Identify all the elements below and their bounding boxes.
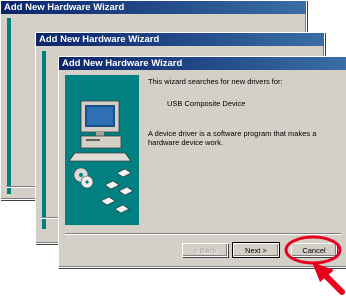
back-button[interactable]: < Back: [182, 243, 228, 257]
disc-icon: [73, 167, 94, 189]
cancel-button[interactable]: Cancel: [291, 243, 337, 257]
device-name: USB Composite Device: [167, 99, 246, 108]
wizard-window-front: Add New Hardware Wizard This wizard sear…: [58, 56, 346, 268]
window-title: Add New Hardware Wizard: [59, 57, 346, 70]
wizard-intro-text: This wizard searches for new drivers for…: [148, 77, 283, 86]
window-title: Add New Hardware Wizard: [1, 1, 306, 14]
window-title: Add New Hardware Wizard: [36, 33, 324, 46]
divider: [65, 233, 341, 235]
next-button[interactable]: Next >: [232, 242, 280, 258]
driver-description-line2: hardware device work.: [148, 138, 224, 147]
wizard-side-panel: [7, 18, 11, 194]
wizard-side-panel: [42, 51, 46, 229]
driver-description-line1: A device driver is a software program th…: [148, 129, 317, 138]
computer-icon: [68, 100, 132, 162]
floppy-disk-icon: [100, 168, 134, 214]
wizard-illustration: [65, 75, 139, 225]
